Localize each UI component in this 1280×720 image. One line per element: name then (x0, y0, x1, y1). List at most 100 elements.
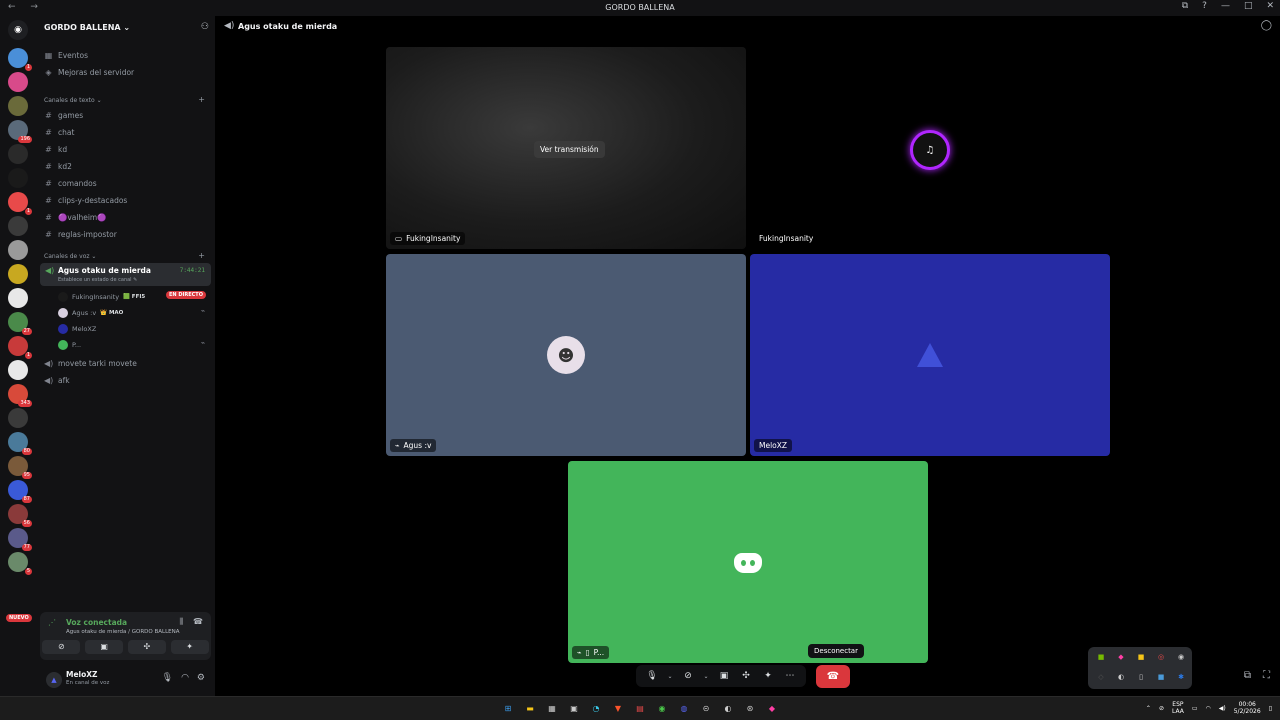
nvidia-icon[interactable]: ■ (1096, 652, 1106, 662)
server-icon[interactable]: 1 (8, 192, 32, 215)
voice-location[interactable]: Agus otaku de mierda / GORDO BALLENA (66, 629, 180, 635)
screen-share-icon[interactable]: ▣ (85, 640, 124, 654)
server-icon[interactable]: 1 (8, 48, 32, 71)
voice-category[interactable]: Canales de voz ⌄ (44, 253, 96, 260)
chevron-down-icon[interactable]: ⌄ (702, 673, 710, 680)
chat-icon[interactable]: ◯ (1261, 20, 1272, 31)
text-channel[interactable]: # kd2 (44, 159, 72, 173)
usb-icon[interactable]: ▯ (1136, 672, 1146, 682)
network-icon[interactable]: ⊘ (1159, 705, 1164, 712)
server-icon[interactable] (8, 408, 28, 428)
chrome-icon[interactable]: ◉ (654, 701, 670, 717)
guild-name[interactable]: GORDO BALLENA ⌄ (44, 23, 130, 32)
server-icon[interactable]: 1 (8, 336, 32, 359)
steam-icon[interactable]: ◐ (1116, 672, 1126, 682)
minimize-button[interactable]: — (1221, 1, 1230, 11)
voice-channel-status[interactable]: Establece un estado de canal ✎ (58, 277, 137, 283)
server-icon[interactable]: 77 (8, 528, 32, 551)
calendar-icon[interactable]: ▤ (632, 701, 648, 717)
sidebar-item-eventos[interactable]: ▦ Eventos (44, 48, 88, 62)
edge-icon[interactable]: ◔ (588, 701, 604, 717)
screen-share-icon[interactable]: ▣ (716, 671, 732, 681)
avatar[interactable]: ▲ (46, 672, 62, 688)
app-icon[interactable]: ◉ (1176, 652, 1186, 662)
add-channel-icon[interactable]: + (198, 95, 205, 104)
app-icon[interactable]: ◆ (764, 701, 780, 717)
text-channel[interactable]: # 🟣valheim🟣 (44, 210, 106, 224)
app-icon[interactable]: ■ (1156, 672, 1166, 682)
server-icon[interactable] (8, 288, 28, 308)
sidebar-item-mejoras[interactable]: ◈ Mejoras del servidor (44, 65, 134, 79)
app-icon[interactable]: ■ (1136, 652, 1146, 662)
participant-tile[interactable]: MeloXZ (750, 254, 1110, 456)
close-button[interactable]: ✕ (1266, 1, 1274, 11)
server-icon[interactable] (8, 96, 28, 116)
popout-icon[interactable]: ⧉ (1244, 670, 1251, 681)
server-icon[interactable] (8, 72, 28, 92)
server-icon[interactable] (8, 168, 28, 188)
server-icon[interactable]: 87 (8, 480, 32, 503)
text-channel[interactable]: # chat (44, 125, 74, 139)
discord-icon[interactable]: ◍ (676, 701, 692, 717)
voice-user[interactable]: MeloXZ (58, 322, 96, 335)
app-icon[interactable]: ◇ (1096, 672, 1106, 682)
participant-tile[interactable]: ♫ FukingInsanity (750, 47, 1110, 249)
monitor-icon[interactable]: ▭ (1192, 705, 1198, 712)
notifications-icon[interactable]: ▯ (1269, 705, 1272, 712)
server-icon[interactable]: 196 (8, 120, 32, 143)
brave-icon[interactable]: ▼ (610, 701, 626, 717)
activities-icon[interactable]: ✣ (127, 640, 166, 654)
app-icon[interactable]: ⊛ (742, 701, 758, 717)
windows-start-icon[interactable]: ⊞ (500, 701, 516, 717)
soundboard-icon[interactable]: ✦ (170, 640, 209, 654)
server-icon[interactable]: 343 (8, 384, 32, 407)
help-icon[interactable]: ? (1202, 1, 1207, 11)
signal-icon[interactable]: ⋰ (48, 618, 56, 627)
participant-tile[interactable]: ☻ ⌁ Agus :v (386, 254, 746, 456)
microphone-icon[interactable]: 🎙 (162, 673, 173, 683)
noise-suppression-icon[interactable]: ⫼ (179, 617, 183, 627)
server-icon[interactable] (8, 360, 28, 380)
app-icon[interactable]: ◎ (1156, 652, 1166, 662)
server-icon[interactable]: 27 (8, 312, 32, 335)
text-channel[interactable]: # kd (44, 142, 67, 156)
participant-tile[interactable]: ⌁ ▯ P... (568, 461, 928, 663)
text-channel[interactable]: # games (44, 108, 83, 122)
volume-icon[interactable]: ◀) (1219, 705, 1226, 712)
disconnect-icon[interactable]: ☎ (193, 617, 203, 627)
soundboard-icon[interactable]: ✦ (760, 671, 776, 681)
disconnect-button[interactable]: ☎ (816, 665, 850, 688)
username[interactable]: MeloXZ (66, 670, 98, 679)
steam-icon[interactable]: ◐ (720, 701, 736, 717)
language-indicator[interactable]: ESP LAA (1172, 701, 1184, 715)
voice-user[interactable]: FukingInsanity 🟩 FFI5 (58, 290, 145, 303)
inbox-icon[interactable]: ⧉ (1182, 1, 1188, 11)
camera-off-icon[interactable]: ⊘ (680, 671, 696, 681)
text-channel[interactable]: # clips-y-destacados (44, 193, 127, 207)
server-icon[interactable]: 56 (8, 504, 32, 527)
server-icon[interactable] (8, 144, 28, 164)
app-icon[interactable]: ⊝ (698, 701, 714, 717)
activities-icon[interactable]: ✣ (738, 671, 754, 681)
app-icon[interactable]: ▣ (566, 701, 582, 717)
server-icon[interactable] (8, 240, 28, 260)
fullscreen-icon[interactable]: ⛶ (1263, 670, 1270, 681)
voice-channel-movete[interactable]: ◀) movete tarki movete (44, 356, 137, 370)
add-voice-channel-icon[interactable]: + (198, 251, 205, 260)
add-member-icon[interactable]: ⚇ (201, 22, 209, 32)
settings-icon[interactable]: ⚙ (197, 673, 205, 683)
voice-status[interactable]: Voz conectada (66, 618, 127, 627)
clock[interactable]: 00:06 5/2/2026 (1234, 701, 1261, 715)
more-icon[interactable]: ⋯ (782, 671, 798, 681)
chevron-up-icon[interactable]: ⌃ (1146, 705, 1151, 712)
discord-home-icon[interactable]: ◉ (8, 20, 28, 40)
server-icon[interactable] (8, 264, 28, 284)
app-icon[interactable]: ◆ (1116, 652, 1126, 662)
camera-icon[interactable]: ⊘ (42, 640, 81, 654)
voice-user[interactable]: Agus :v 👑 MAO (58, 306, 123, 319)
microphone-icon[interactable]: 🎙 (644, 671, 660, 681)
stream-tile[interactable]: Ver transmisión ▭ FukingInsanity (386, 47, 746, 249)
chevron-down-icon[interactable]: ⌄ (666, 673, 674, 680)
store-icon[interactable]: ▦ (544, 701, 560, 717)
server-icon[interactable]: 80 (8, 432, 32, 455)
